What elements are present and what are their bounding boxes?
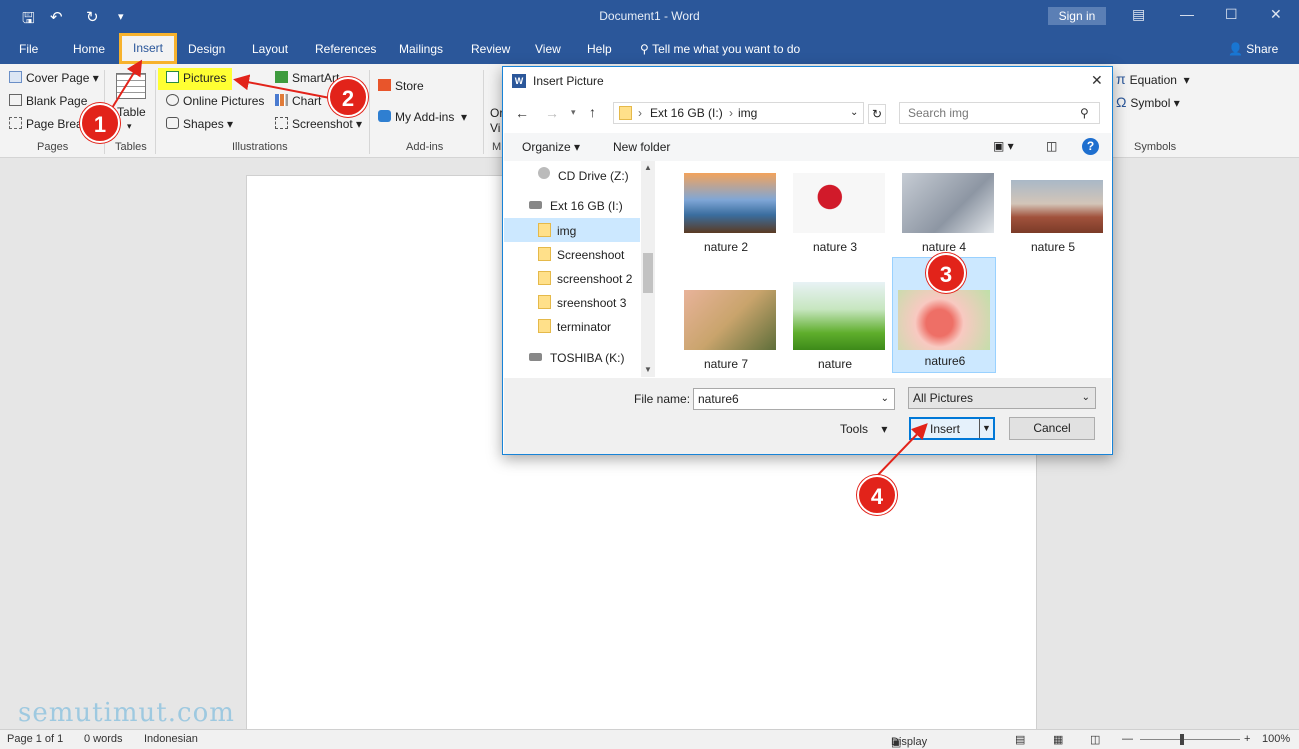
annotation-arrows: [111, 59, 928, 479]
step-badge-4: 4: [857, 475, 897, 515]
arrow-2: [233, 74, 331, 99]
step-badge-2: 2: [328, 77, 368, 117]
arrow-1: [111, 59, 143, 109]
step-badge-3: 3: [926, 253, 966, 293]
arrow-4: [874, 423, 928, 479]
step-badge-1: 1: [80, 103, 120, 143]
